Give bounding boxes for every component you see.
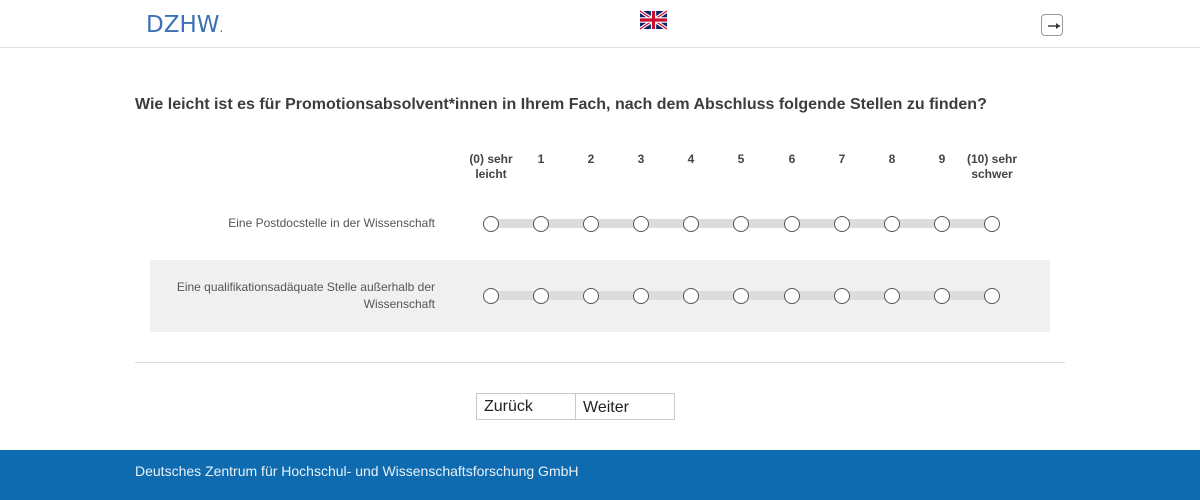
radio-row2-value-0[interactable] [483, 288, 499, 304]
radio-row2-value-4[interactable] [683, 288, 699, 304]
radio-row1-value-4[interactable] [683, 216, 699, 232]
radio-row2-value-5[interactable] [733, 288, 749, 304]
divider [135, 362, 1065, 363]
radio-row2-value-2[interactable] [583, 288, 599, 304]
logout-button[interactable] [1041, 14, 1063, 36]
footer-text: Deutsches Zentrum für Hochschul- und Wis… [135, 463, 579, 479]
uk-flag-icon[interactable] [640, 10, 667, 30]
radio-row1-value-1[interactable] [533, 216, 549, 232]
radio-row1-value-0[interactable] [483, 216, 499, 232]
radio-row2-value-1[interactable] [533, 288, 549, 304]
radio-row1-value-8[interactable] [884, 216, 900, 232]
radio-row1-value-5[interactable] [733, 216, 749, 232]
footer: Deutsches Zentrum für Hochschul- und Wis… [0, 450, 1200, 500]
logout-icon [1048, 23, 1060, 29]
radio-row1-value-6[interactable] [784, 216, 800, 232]
dzhw-logo: DZHW. [146, 11, 223, 42]
scale-label-10: (10) sehr schwer [966, 152, 1018, 181]
radio-row2-value-9[interactable] [934, 288, 950, 304]
radio-row2-value-10[interactable] [984, 288, 1000, 304]
top-bar: DZHW. [0, 0, 1200, 48]
radio-row2-value-6[interactable] [784, 288, 800, 304]
radio-row2-value-8[interactable] [884, 288, 900, 304]
radio-row1-value-9[interactable] [934, 216, 950, 232]
radio-row2-value-7[interactable] [834, 288, 850, 304]
radio-row2-value-3[interactable] [633, 288, 649, 304]
back-button[interactable]: Zurück [476, 393, 576, 420]
radio-row1-value-2[interactable] [583, 216, 599, 232]
logo-dot: . [219, 21, 224, 35]
logo-text: DZHW [146, 12, 220, 38]
row-label: Eine Postdocstelle in der Wissenschaft [228, 216, 435, 230]
question-text: Wie leicht ist es für Promotionsabsolven… [135, 96, 987, 113]
radio-row1-value-7[interactable] [834, 216, 850, 232]
radio-row1-value-10[interactable] [984, 216, 1000, 232]
row-label: Eine qualifikationsadäquate Stelle außer… [176, 280, 435, 311]
radio-row1-value-3[interactable] [633, 216, 649, 232]
next-button[interactable]: Weiter [575, 393, 675, 420]
